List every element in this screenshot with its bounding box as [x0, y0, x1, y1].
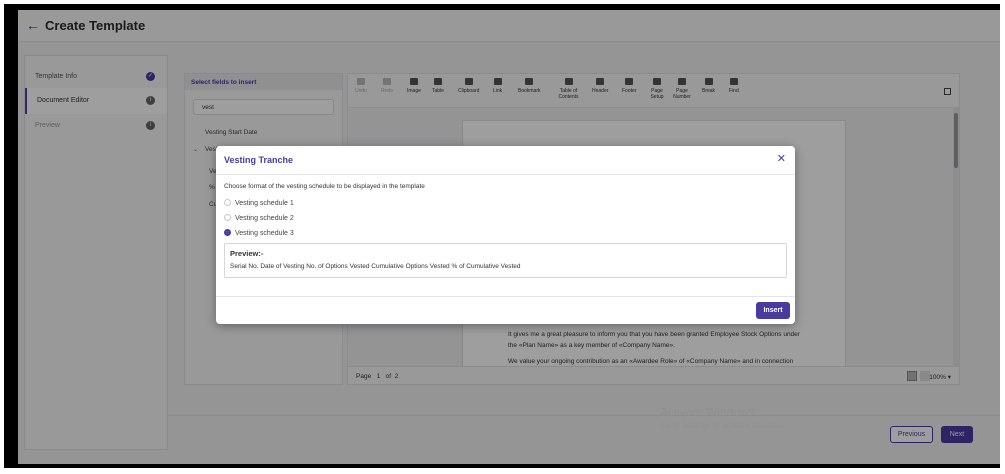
divider	[216, 174, 795, 175]
radio-circle-icon[interactable]	[224, 199, 231, 206]
radio-circle-icon[interactable]	[224, 214, 231, 221]
preview-text: Serial No. Date of Vesting No. of Option…	[230, 263, 521, 270]
preview-box: Preview:- Serial No. Date of Vesting No.…	[224, 243, 787, 278]
vesting-tranche-dialog: Vesting Tranche ✕ Choose format of the v…	[216, 146, 795, 324]
radio-checked-icon[interactable]	[224, 229, 231, 236]
divider	[216, 296, 795, 297]
watermark-title: Activate Windows	[660, 405, 755, 419]
preview-title: Preview:-	[230, 249, 264, 258]
dialog-description: Choose format of the vesting schedule to…	[224, 183, 425, 190]
app-window: ← Create Template Template Info ✓ Docume…	[18, 10, 1000, 464]
activate-windows-watermark: Activate Windows Go to Settings to activ…	[660, 405, 786, 430]
radio-label: Vesting schedule 1	[235, 200, 294, 207]
watermark-subtitle: Go to Settings to activate Windows.	[660, 421, 787, 430]
insert-button[interactable]: Insert	[756, 302, 790, 319]
radio-label: Vesting schedule 3	[235, 230, 294, 237]
dialog-title: Vesting Tranche	[224, 155, 294, 165]
close-icon[interactable]: ✕	[777, 153, 786, 165]
radio-vesting-schedule-1[interactable]: Vesting schedule 1	[224, 199, 294, 207]
radio-vesting-schedule-2[interactable]: Vesting schedule 2	[224, 214, 294, 222]
radio-label: Vesting schedule 2	[235, 215, 294, 222]
radio-vesting-schedule-3[interactable]: Vesting schedule 3	[224, 229, 294, 237]
screenshot-frame: ← Create Template Template Info ✓ Docume…	[4, 4, 1000, 468]
